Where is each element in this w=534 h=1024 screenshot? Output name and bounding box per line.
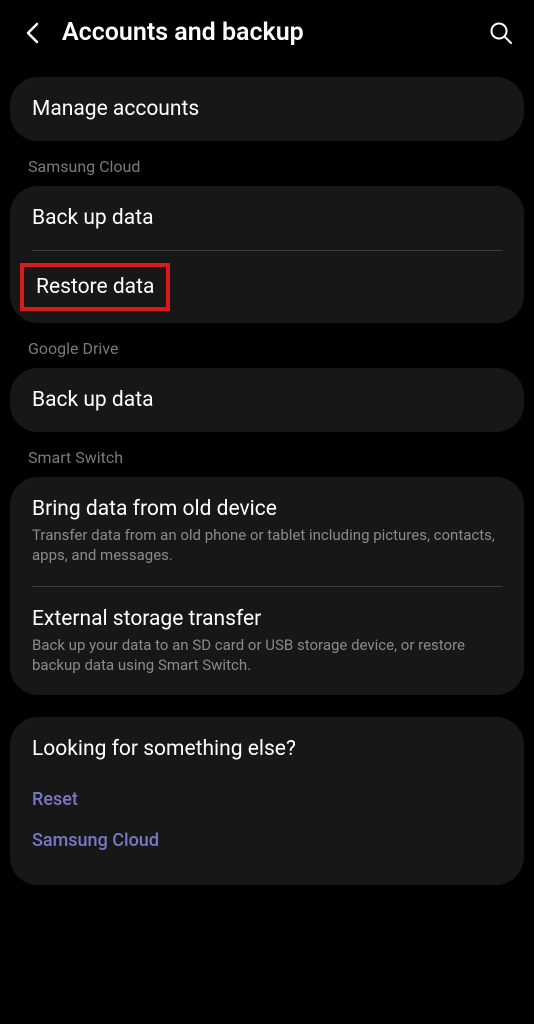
bring-data-item[interactable]: Bring data from old device Transfer data… [10, 477, 524, 586]
samsung-cloud-link[interactable]: Samsung Cloud [32, 820, 502, 861]
bring-data-subtitle: Transfer data from an old phone or table… [32, 525, 502, 566]
header-bar: Accounts and backup [0, 0, 534, 61]
google-drive-card: Back up data [10, 368, 524, 432]
reset-link[interactable]: Reset [32, 779, 502, 820]
back-icon[interactable] [20, 21, 44, 45]
external-storage-item[interactable]: External storage transfer Back up your d… [10, 587, 524, 696]
manage-accounts-card: Manage accounts [10, 77, 524, 141]
manage-accounts-item[interactable]: Manage accounts [10, 77, 524, 141]
footer-card: Looking for something else? Reset Samsun… [10, 717, 524, 885]
external-storage-subtitle: Back up your data to an SD card or USB s… [32, 635, 502, 676]
page-title: Accounts and backup [62, 18, 470, 47]
content-area: Manage accounts Samsung Cloud Back up da… [0, 61, 534, 885]
smart-switch-card: Bring data from old device Transfer data… [10, 477, 524, 695]
samsung-cloud-header: Samsung Cloud [10, 141, 524, 186]
samsung-restore-label: Restore data [36, 275, 154, 299]
smart-switch-header: Smart Switch [10, 432, 524, 477]
search-icon[interactable] [488, 20, 514, 46]
samsung-cloud-card: Back up data Restore data [10, 186, 524, 323]
samsung-backup-label: Back up data [32, 206, 502, 230]
manage-accounts-label: Manage accounts [32, 97, 502, 121]
google-drive-header: Google Drive [10, 323, 524, 368]
samsung-restore-item[interactable]: Restore data [10, 251, 524, 323]
highlight-box: Restore data [20, 263, 170, 311]
google-backup-label: Back up data [32, 388, 502, 412]
samsung-backup-item[interactable]: Back up data [10, 186, 524, 250]
footer-title: Looking for something else? [32, 737, 502, 761]
external-storage-title: External storage transfer [32, 607, 502, 631]
bring-data-title: Bring data from old device [32, 497, 502, 521]
google-backup-item[interactable]: Back up data [10, 368, 524, 432]
